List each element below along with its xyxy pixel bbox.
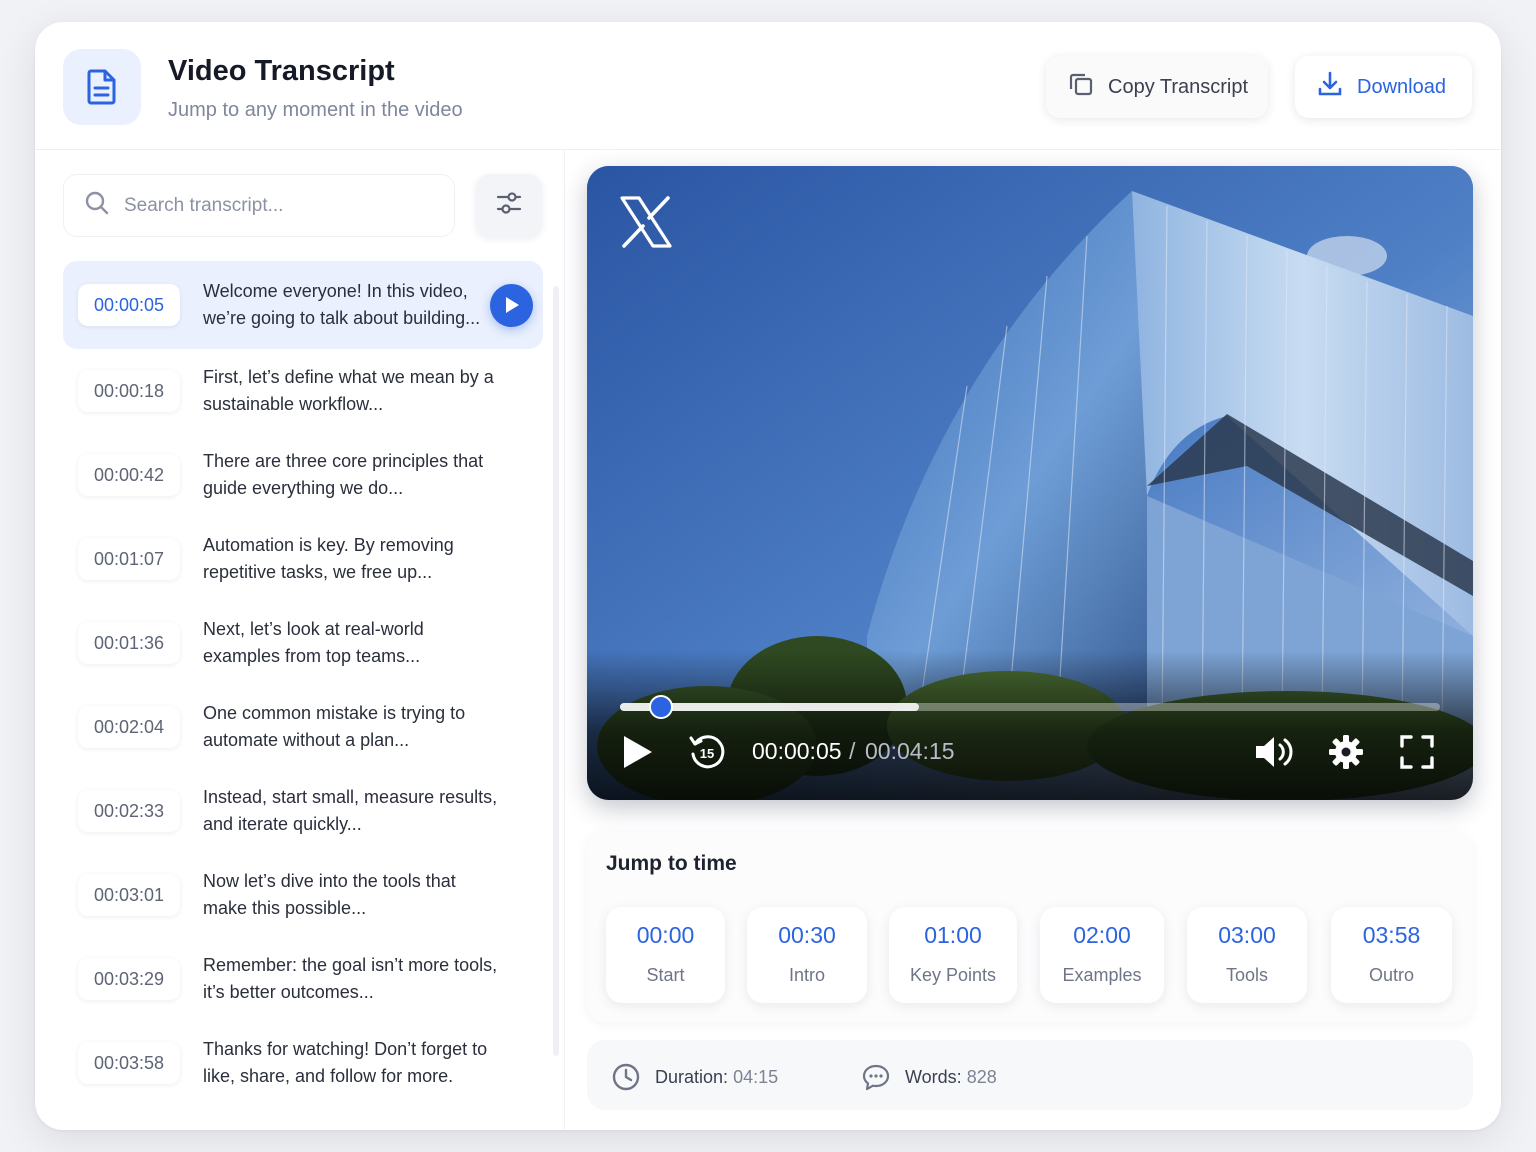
progress-thumb[interactable] bbox=[649, 695, 673, 719]
transcript-card: Video Transcript Jump to any moment in t… bbox=[35, 22, 1501, 1130]
jump-chip[interactable]: 03:58 Outro bbox=[1331, 907, 1452, 1003]
transcript-row[interactable]: 00:00:18 First, let’s define what we mean… bbox=[63, 349, 543, 433]
timestamp-badge[interactable]: 00:00:42 bbox=[78, 454, 180, 496]
timestamp-badge[interactable]: 00:02:33 bbox=[78, 790, 180, 832]
transcript-row[interactable]: 00:00:05 Welcome everyone! In this video,… bbox=[63, 261, 543, 349]
header: Video Transcript Jump to any moment in t… bbox=[35, 22, 1501, 150]
transcript-scrollbar[interactable] bbox=[553, 286, 559, 1056]
transcript-row[interactable]: 00:03:01 Now let’s dive into the tools th… bbox=[63, 853, 543, 937]
jump-chip[interactable]: 02:00 Examples bbox=[1040, 907, 1164, 1003]
download-label: Download bbox=[1357, 75, 1446, 98]
search-icon bbox=[84, 190, 110, 221]
jump-chip-label: Start bbox=[646, 965, 685, 985]
jump-chip-label: Outro bbox=[1368, 965, 1415, 985]
fullscreen-button[interactable] bbox=[1399, 729, 1435, 775]
x-logo-icon bbox=[619, 196, 673, 253]
filter-button[interactable] bbox=[476, 174, 542, 237]
time-separator: / bbox=[849, 738, 856, 764]
transcript-text: Instead, start small, measure results, a… bbox=[203, 787, 498, 834]
search-box[interactable] bbox=[63, 174, 455, 237]
transcript-row[interactable]: 00:02:04 One common mistake is trying to … bbox=[63, 685, 543, 769]
filter-sliders-icon bbox=[495, 189, 523, 222]
settings-gear-icon bbox=[1329, 735, 1363, 769]
transcript-text: Automation is key. By removing repetitiv… bbox=[203, 535, 454, 582]
volume-button[interactable] bbox=[1253, 729, 1295, 775]
download-button[interactable]: Download bbox=[1295, 56, 1472, 118]
transcript-row[interactable]: 00:03:58 Thanks for watching! Don’t forge… bbox=[63, 1021, 543, 1105]
download-icon bbox=[1317, 71, 1343, 103]
jump-chip-time: 00:30 bbox=[778, 922, 836, 948]
jump-chip-time: 01:00 bbox=[924, 922, 982, 948]
jump-chip-label: Key Points bbox=[909, 965, 997, 985]
jump-chip-label: Intro bbox=[788, 965, 826, 985]
jump-chip[interactable]: 03:00 Tools bbox=[1187, 907, 1307, 1003]
duration-stat: Duration: 04:15 bbox=[611, 1062, 778, 1092]
jump-chip-label: Examples bbox=[1062, 965, 1142, 985]
jump-to-time-title: Jump to time bbox=[606, 852, 737, 875]
timestamp-badge[interactable]: 00:00:05 bbox=[78, 284, 180, 326]
jump-chip[interactable]: 00:30 Intro bbox=[747, 907, 867, 1003]
rewind-15-icon: 15 bbox=[689, 735, 725, 769]
jump-chip[interactable]: 00:00 Start bbox=[606, 907, 725, 1003]
copy-transcript-label: Copy Transcript bbox=[1108, 75, 1249, 98]
duration-label: Duration: bbox=[655, 1066, 729, 1087]
jump-chip[interactable]: 01:00 Key Points bbox=[889, 907, 1017, 1003]
copy-icon bbox=[1068, 71, 1094, 103]
clock-icon bbox=[612, 1063, 640, 1091]
transcript-text: Thanks for watching! Don’t forget to lik… bbox=[203, 1039, 488, 1086]
jump-chip-time: 02:00 bbox=[1073, 922, 1131, 948]
transcript-row[interactable]: 00:00:42 There are three core principles … bbox=[63, 433, 543, 517]
svg-text:15: 15 bbox=[700, 746, 714, 761]
jump-chip-label: Tools bbox=[1225, 965, 1269, 985]
timestamp-badge[interactable]: 00:01:07 bbox=[78, 538, 180, 580]
volume-icon bbox=[1256, 737, 1293, 767]
jump-to-time-panel: Jump to time 00:00 Start 00:30 Intro 01:00 Ke… bbox=[587, 832, 1473, 1022]
rewind-15-button[interactable]: 15 bbox=[687, 729, 727, 775]
duration-value: 04:15 bbox=[733, 1066, 779, 1087]
jump-chip-time: 03:58 bbox=[1362, 922, 1421, 948]
jump-chip-time: 03:00 bbox=[1218, 922, 1276, 948]
timestamp-badge[interactable]: 00:02:04 bbox=[78, 706, 180, 748]
transcript-text: There are three core principles that gui… bbox=[203, 451, 484, 498]
progress-bar[interactable] bbox=[620, 695, 1440, 719]
timestamp-badge[interactable]: 00:03:01 bbox=[78, 874, 180, 916]
transcript-panel: 00:00:05 Welcome everyone! In this video,… bbox=[35, 150, 565, 1130]
page-subtitle: Jump to any moment in the video bbox=[168, 99, 463, 121]
words-label: Words: bbox=[905, 1066, 962, 1087]
transcript-row[interactable]: 00:02:33 Instead, start small, measure re… bbox=[63, 769, 543, 853]
stats-bar: Duration: 04:15 Words: 828 bbox=[587, 1040, 1473, 1110]
play-icon bbox=[624, 736, 652, 768]
words-stat: Words: 828 bbox=[861, 1062, 997, 1092]
words-value: 828 bbox=[966, 1066, 997, 1087]
transcript-text: One common mistake is trying to automate… bbox=[203, 703, 466, 750]
timestamp-badge[interactable]: 00:00:18 bbox=[78, 370, 180, 412]
search-input[interactable] bbox=[124, 194, 414, 217]
timestamp-badge[interactable]: 00:01:36 bbox=[78, 622, 180, 664]
fullscreen-icon bbox=[1400, 735, 1434, 769]
jump-chip-time: 00:00 bbox=[636, 922, 695, 948]
transcript-text: Remember: the goal isn’t more tools, it’… bbox=[203, 955, 498, 1002]
current-time: 00:00:05 bbox=[752, 738, 842, 764]
transcript-text: First, let’s define what we mean by a su… bbox=[203, 367, 494, 414]
document-icon bbox=[63, 49, 141, 125]
timestamp-badge[interactable]: 00:03:58 bbox=[78, 1042, 180, 1084]
play-button[interactable] bbox=[621, 729, 655, 775]
play-segment-button[interactable] bbox=[490, 283, 533, 327]
transcript-text: Next, let’s look at real-world examples … bbox=[203, 619, 424, 666]
copy-transcript-button[interactable]: Copy Transcript bbox=[1046, 56, 1268, 118]
transcript-list: 00:00:05 Welcome everyone! In this video,… bbox=[63, 261, 543, 1105]
play-icon bbox=[505, 297, 519, 313]
timestamp-badge[interactable]: 00:03:29 bbox=[78, 958, 180, 1000]
transcript-text: Now let’s dive into the tools that make … bbox=[203, 871, 456, 918]
video-player[interactable]: 15 00:00:05 / 00:04:15 bbox=[587, 166, 1473, 800]
controls-gradient bbox=[587, 650, 1473, 800]
total-time: 00:04:15 bbox=[865, 738, 955, 764]
transcript-text: Welcome everyone! In this video, we’re g… bbox=[203, 281, 481, 328]
settings-button[interactable] bbox=[1327, 729, 1365, 775]
transcript-row[interactable]: 00:01:36 Next, let’s look at real-world e… bbox=[63, 601, 543, 685]
transcript-row[interactable]: 00:01:07 Automation is key. By removing r… bbox=[63, 517, 543, 601]
chat-bubble-icon bbox=[862, 1064, 890, 1091]
page-title: Video Transcript bbox=[168, 55, 395, 87]
transcript-row[interactable]: 00:03:29 Remember: the goal isn’t more to… bbox=[63, 937, 543, 1021]
